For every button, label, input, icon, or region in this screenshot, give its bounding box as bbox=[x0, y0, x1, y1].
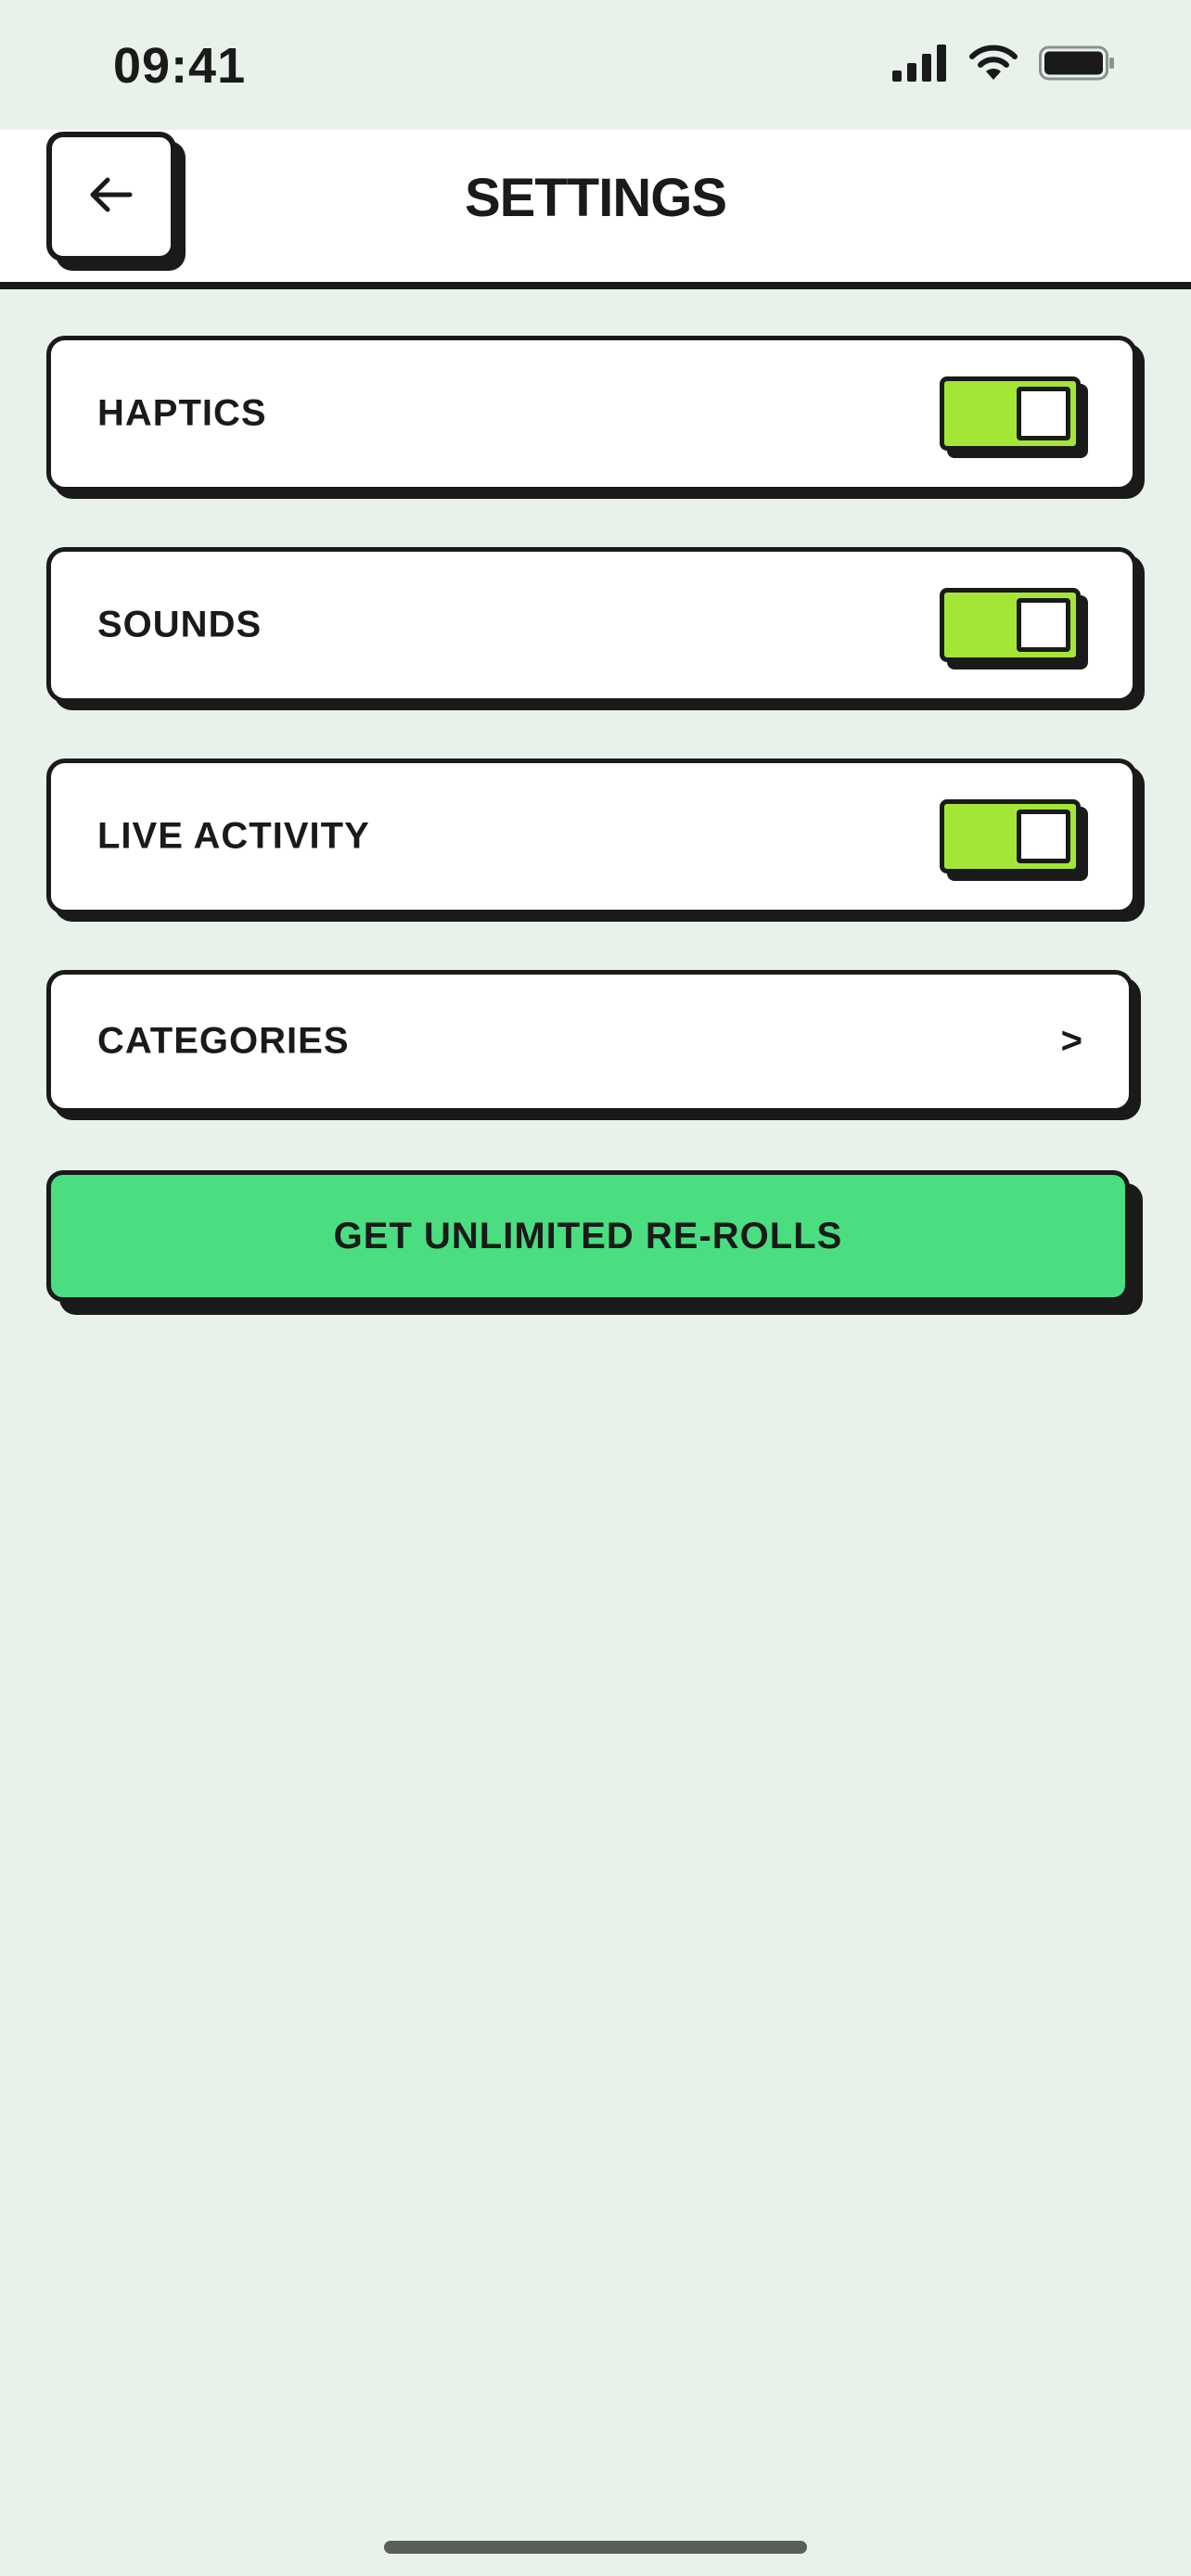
setting-label: LIVE ACTIVITY bbox=[97, 815, 370, 857]
setting-row-live-activity: LIVE ACTIVITY bbox=[46, 759, 1137, 914]
home-indicator[interactable] bbox=[384, 2541, 807, 2554]
live-activity-toggle[interactable] bbox=[940, 799, 1081, 874]
setting-label: CATEGORIES bbox=[97, 1020, 350, 1062]
setting-row-haptics: HAPTICS bbox=[46, 336, 1137, 491]
setting-label: HAPTICS bbox=[97, 392, 267, 434]
get-unlimited-rerolls-button[interactable]: GET UNLIMITED RE-ROLLS bbox=[46, 1170, 1130, 1302]
categories-row[interactable]: CATEGORIES > bbox=[46, 970, 1133, 1113]
setting-row-sounds: SOUNDS bbox=[46, 547, 1137, 703]
cellular-signal-icon bbox=[892, 45, 948, 86]
toggle-knob bbox=[1017, 387, 1070, 440]
toggle-knob bbox=[1017, 810, 1070, 863]
cta-label: GET UNLIMITED RE-ROLLS bbox=[333, 1215, 843, 1256]
status-icons bbox=[892, 45, 1115, 86]
page-title: SETTINGS bbox=[464, 168, 727, 228]
header: SETTINGS bbox=[0, 130, 1191, 289]
status-bar: 09:41 bbox=[0, 0, 1191, 130]
battery-icon bbox=[1039, 45, 1115, 86]
sounds-toggle[interactable] bbox=[940, 588, 1081, 662]
toggle-knob bbox=[1017, 598, 1070, 652]
haptics-toggle[interactable] bbox=[940, 376, 1081, 451]
chevron-right-icon: > bbox=[1060, 1020, 1082, 1062]
wifi-icon bbox=[968, 45, 1018, 86]
setting-label: SOUNDS bbox=[97, 604, 263, 645]
status-time: 09:41 bbox=[113, 38, 247, 94]
